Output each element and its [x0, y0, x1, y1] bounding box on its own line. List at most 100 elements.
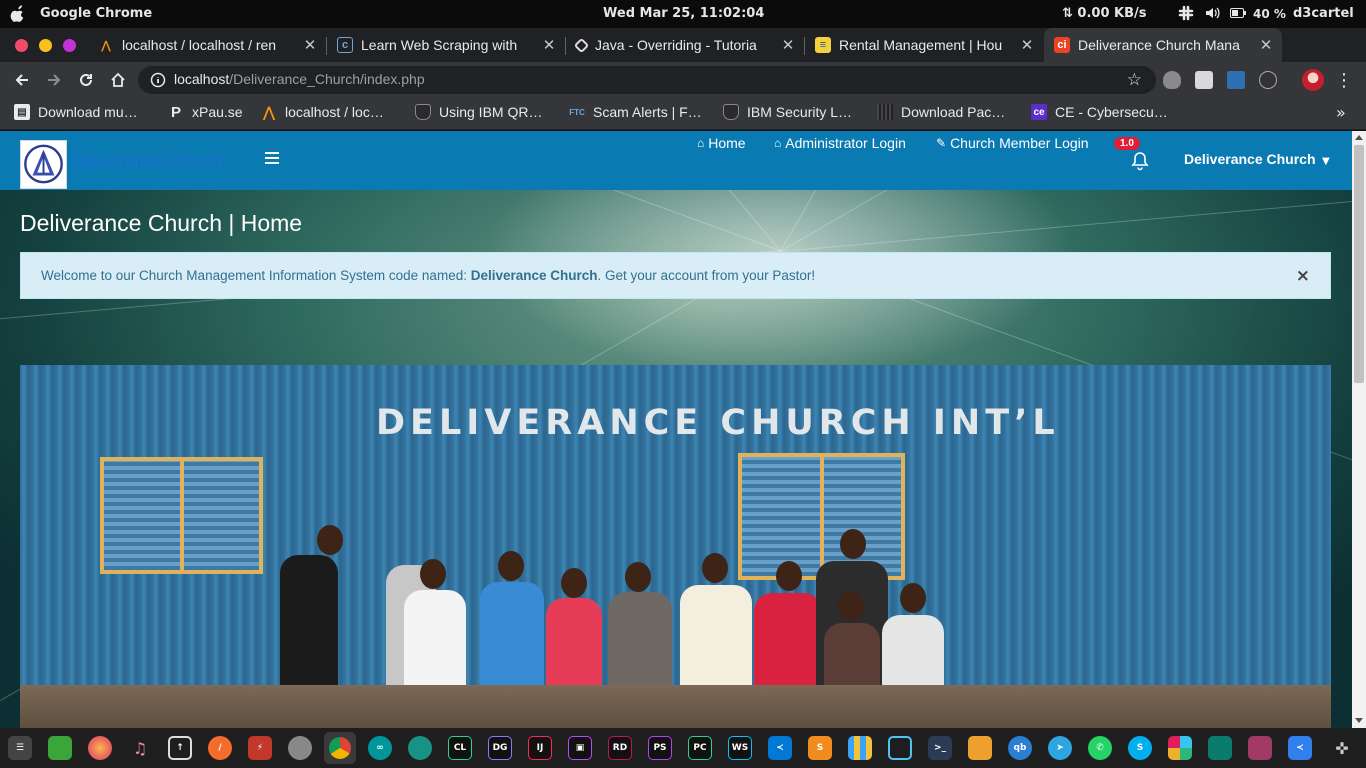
- dock-music-icon[interactable]: ♫: [128, 736, 152, 760]
- dock-webstorm-icon[interactable]: WS: [728, 736, 752, 760]
- alert-close-button[interactable]: ×: [1296, 266, 1310, 286]
- bookmark-item[interactable]: ce CE - Cybersecu…: [1031, 104, 1168, 120]
- extension-cube-icon[interactable]: [1195, 71, 1213, 89]
- scroll-thumb[interactable]: [1354, 145, 1364, 383]
- dock-telegram-icon[interactable]: ➤: [1048, 736, 1072, 760]
- tab-rental-management[interactable]: ≡ Rental Management | Hou ✕: [805, 28, 1043, 62]
- close-window-button[interactable]: [15, 39, 28, 52]
- dock-datagrip-icon[interactable]: DG: [488, 736, 512, 760]
- dock-rider-icon[interactable]: RD: [608, 736, 632, 760]
- dock-phpstorm-alt-icon[interactable]: ▣: [568, 736, 592, 760]
- more-bookmarks-icon[interactable]: »: [1336, 103, 1346, 122]
- close-tab-icon[interactable]: ✕: [300, 36, 320, 54]
- dock-phpstorm-icon[interactable]: PS: [648, 736, 672, 760]
- system-clock[interactable]: Wed Mar 25, 11:02:04: [603, 6, 764, 21]
- dock-games-icon[interactable]: ✜: [1330, 736, 1354, 760]
- apple-icon[interactable]: [10, 5, 26, 23]
- bookmark-item[interactable]: Using IBM QR…: [415, 104, 542, 120]
- nav-administrator-login[interactable]: ⌂ Administrator Login: [774, 135, 906, 151]
- church-logo[interactable]: [20, 140, 67, 189]
- bookmark-item[interactable]: ⋀ localhost / loc…: [261, 104, 384, 121]
- address-bar[interactable]: localhost/Deliverance_Church/index.php ☆: [138, 66, 1156, 94]
- chrome-menu-button[interactable]: ⋮: [1334, 70, 1354, 91]
- dock-intellij-icon[interactable]: IJ: [528, 736, 552, 760]
- dock-sublime-icon[interactable]: /: [208, 736, 232, 760]
- bookmark-item[interactable]: IBM Security L…: [723, 104, 852, 120]
- bookmark-star-icon[interactable]: ☆: [1127, 70, 1142, 90]
- user-menu[interactable]: d3cartel: [1293, 6, 1354, 21]
- bookmark-label: Download mu…: [38, 104, 138, 120]
- dock-slack-icon[interactable]: [1168, 736, 1192, 760]
- dock-pycharm-icon[interactable]: PC: [688, 736, 712, 760]
- minimize-window-button[interactable]: [39, 39, 52, 52]
- dock-sublime-text-icon[interactable]: S: [808, 736, 832, 760]
- dock-whatsapp-icon[interactable]: ✆: [1088, 736, 1112, 760]
- arrow-right-icon: [48, 74, 61, 86]
- tab-localhost[interactable]: ⋀ localhost / localhost / ren ✕: [88, 28, 326, 62]
- dock-vscodium-icon[interactable]: ≺: [1288, 736, 1312, 760]
- bookmark-item[interactable]: FTC Scam Alerts | F…: [569, 104, 701, 120]
- notepad-icon: ≡: [815, 37, 831, 53]
- dock-apps-grid-icon[interactable]: [848, 736, 872, 760]
- home-button[interactable]: [108, 70, 128, 90]
- dock-qbittorrent-icon[interactable]: qb: [1008, 736, 1032, 760]
- dock-firefox-dev-icon[interactable]: [88, 736, 112, 760]
- tab-java-overriding[interactable]: Java - Overriding - Tutoria ✕: [566, 28, 804, 62]
- extension-dark-icon[interactable]: [1259, 71, 1277, 89]
- nav-home[interactable]: ⌂ Home: [697, 135, 746, 151]
- codeigniter-icon: ci: [1054, 37, 1070, 53]
- hamburger-menu-icon[interactable]: [265, 152, 280, 164]
- dock-database-icon[interactable]: [288, 736, 312, 760]
- back-button[interactable]: [12, 70, 32, 90]
- active-app-name[interactable]: Google Chrome: [40, 6, 152, 21]
- maximize-window-button[interactable]: [63, 39, 76, 52]
- dock-cube-icon[interactable]: [888, 736, 912, 760]
- tab-deliverance-church[interactable]: ci Deliverance Church Mana ✕: [1044, 28, 1282, 62]
- reload-button[interactable]: [76, 70, 96, 90]
- dock-folder-icon[interactable]: [968, 736, 992, 760]
- bookmark-item[interactable]: P xPau.se: [168, 104, 243, 121]
- forward-button[interactable]: [44, 70, 64, 90]
- dock-files-icon[interactable]: [48, 736, 72, 760]
- tab-title: localhost / localhost / ren: [122, 37, 277, 53]
- user-dropdown[interactable]: Deliverance Church: [1184, 151, 1316, 167]
- dock-terminal-alt-icon[interactable]: >_: [928, 736, 952, 760]
- slack-tray-icon[interactable]: [1178, 5, 1194, 21]
- dock-software-icon[interactable]: ↑: [168, 736, 192, 760]
- scroll-up-arrow-icon[interactable]: [1355, 135, 1363, 140]
- dock-terminal-icon[interactable]: ☰: [8, 736, 32, 760]
- url-text[interactable]: localhost/Deliverance_Church/index.php: [174, 71, 425, 87]
- dock-arduino-icon[interactable]: ∞: [368, 736, 392, 760]
- bookmark-item[interactable]: Download Pac…: [877, 104, 1005, 120]
- dock-clion-icon[interactable]: CL: [448, 736, 472, 760]
- notification-bell-icon[interactable]: [1130, 151, 1150, 171]
- dock-skype-icon[interactable]: S: [1128, 736, 1152, 760]
- chevron-down-icon[interactable]: ▼: [1322, 156, 1330, 167]
- nav-church-member-login[interactable]: ✎ Church Member Login: [936, 135, 1089, 151]
- alert-suffix: . Get your account from your Pastor!: [597, 268, 816, 283]
- dock-gitbook-icon[interactable]: [1208, 736, 1232, 760]
- bookmark-item[interactable]: ▤ Download mu…: [14, 104, 138, 120]
- extension-bomb-icon[interactable]: [1163, 71, 1181, 89]
- dock-transmission-icon[interactable]: ⚡: [248, 736, 272, 760]
- dock-chrome-icon[interactable]: [324, 732, 356, 764]
- bookmark-label: Download Pac…: [901, 104, 1006, 120]
- page-scrollbar[interactable]: [1352, 131, 1366, 728]
- alert-prefix: Welcome to our Church Management Informa…: [41, 268, 471, 283]
- profile-avatar[interactable]: [1302, 69, 1324, 91]
- close-tab-icon[interactable]: ✕: [778, 36, 798, 54]
- extension-blue-icon[interactable]: [1227, 71, 1245, 89]
- dock-vscode-icon[interactable]: ≺: [768, 736, 792, 760]
- info-icon[interactable]: [150, 72, 166, 88]
- dock-gitkraken-icon[interactable]: [408, 736, 432, 760]
- battery-icon[interactable]: [1230, 8, 1246, 18]
- site-navbar: Deliverance Church ⌂ Home ⌂ Administrato…: [0, 131, 1352, 190]
- brand-link[interactable]: Deliverance Church: [72, 152, 221, 172]
- scroll-down-arrow-icon[interactable]: [1355, 718, 1363, 723]
- volume-icon[interactable]: [1204, 5, 1220, 21]
- close-tab-icon[interactable]: ✕: [1256, 36, 1276, 54]
- tab-web-scraping[interactable]: c Learn Web Scraping with ✕: [327, 28, 565, 62]
- dock-screen-recorder-icon[interactable]: [1248, 736, 1272, 760]
- close-tab-icon[interactable]: ✕: [539, 36, 559, 54]
- close-tab-icon[interactable]: ✕: [1017, 36, 1037, 54]
